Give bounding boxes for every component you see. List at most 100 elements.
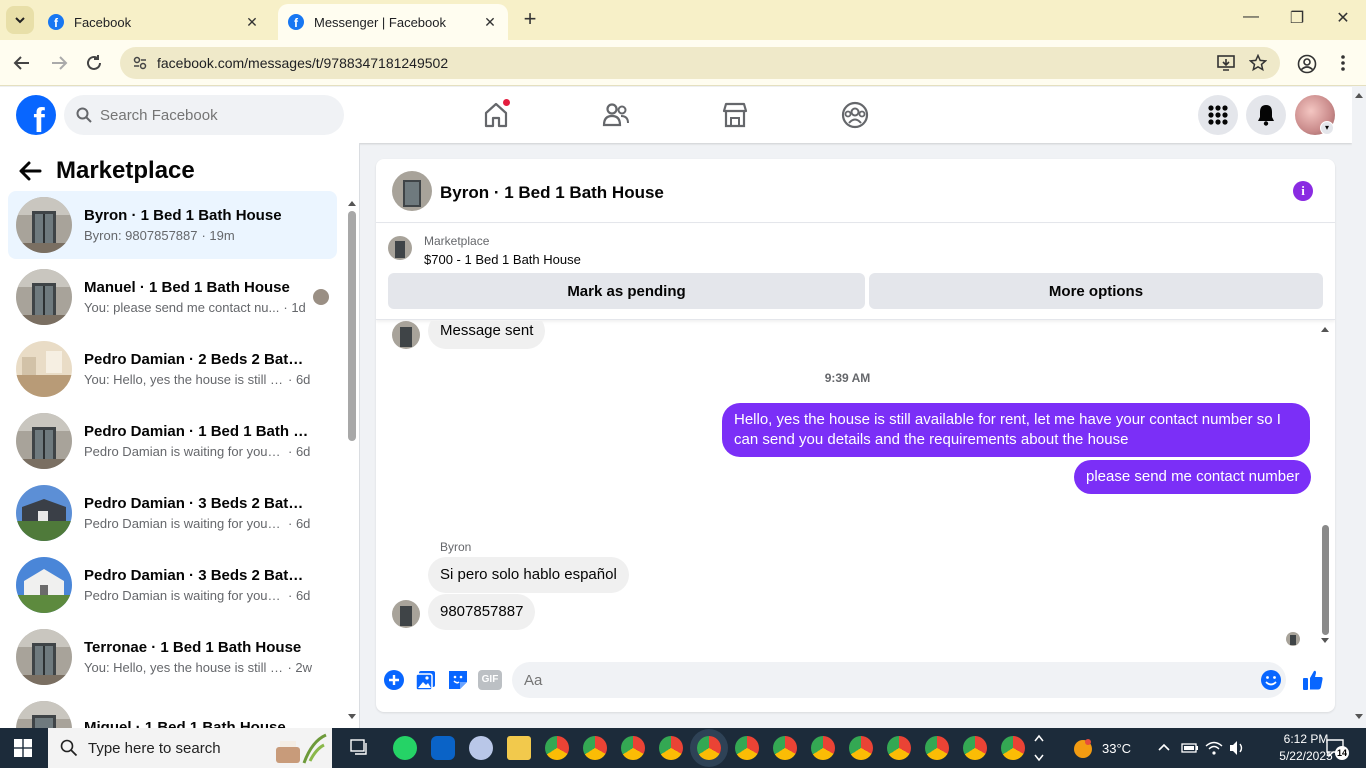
windows-start-icon[interactable] [14,739,32,757]
app-icon[interactable] [431,736,455,760]
facebook-search[interactable] [64,95,344,135]
page-scrollbar[interactable] [1352,87,1366,728]
plus-circle-icon[interactable] [382,668,406,692]
close-window-button[interactable]: ✕ [1328,8,1358,28]
arrow-left-icon [13,56,29,70]
browser-menu-icon[interactable] [1332,54,1354,76]
minimize-button[interactable]: — [1236,8,1266,26]
scroll-down-icon[interactable] [1320,637,1330,645]
account-chevron-down-icon[interactable]: ▾ [1320,121,1334,135]
chrome-icon[interactable] [1001,736,1025,760]
scroll-up-icon[interactable] [1320,325,1330,333]
listing-title[interactable]: $700 - 1 Bed 1 Bath House [424,252,581,267]
weather-sun-icon [1074,739,1092,758]
gif-icon[interactable]: GIF [478,670,502,690]
thumbs-up-icon[interactable] [1301,668,1325,692]
conversation-item[interactable]: Pedro Damian · 2 Beds 2 Baths ... You: H… [8,335,337,403]
outgoing-message[interactable]: please send me contact number [1074,460,1312,494]
taskbar-search[interactable]: Type here to search [48,728,332,768]
chrome-icon[interactable] [849,736,873,760]
mark-as-pending-button[interactable]: Mark as pending [388,273,865,309]
close-tab-icon[interactable]: ✕ [244,14,260,31]
conversation-item[interactable]: Pedro Damian · 1 Bed 1 Bath Ho... Pedro … [8,407,337,475]
profile-icon[interactable] [1296,54,1318,76]
sticker-icon[interactable] [446,668,470,692]
app-icon[interactable] [469,736,493,760]
conversation-title: Pedro Damian · 2 Beds 2 Baths ... [84,351,312,368]
chrome-icon[interactable] [963,736,987,760]
chevron-up-icon[interactable] [1157,742,1171,752]
conversation-item[interactable]: Pedro Damian · 3 Beds 2 Baths ... Pedro … [8,551,337,619]
scroll-up-icon[interactable] [347,199,357,207]
conversation-item[interactable]: Miguel · 1 Bed 1 Bath House [8,695,337,728]
back-button[interactable] [9,50,35,76]
facebook-logo-icon[interactable]: f [16,95,56,135]
conversation-item[interactable]: Terronae · 1 Bed 1 Bath House You: Hello… [8,623,337,691]
chrome-icon[interactable] [887,736,911,760]
chat-avatar[interactable] [392,171,432,211]
address-bar[interactable]: facebook.com/messages/t/9788347181249502 [120,47,1280,79]
notifications-button[interactable] [1246,95,1286,135]
task-view-icon[interactable] [350,739,370,757]
info-icon[interactable]: i [1293,181,1313,201]
chrome-icon[interactable] [659,736,683,760]
url-text: facebook.com/messages/t/9788347181249502 [157,55,449,71]
search-input[interactable] [100,95,330,135]
emoji-icon[interactable] [1259,668,1283,692]
reload-icon [87,55,101,70]
photo-icon[interactable] [414,668,438,692]
back-arrow-icon[interactable] [16,157,44,185]
chrome-icon[interactable] [545,736,569,760]
bookmark-star-icon[interactable] [1247,53,1269,76]
conversation-item[interactable]: Pedro Damian · 3 Beds 2 Baths ... Pedro … [8,479,337,547]
new-tab-button[interactable]: + [518,8,542,32]
weather-widget[interactable]: 33°C [1072,728,1131,768]
message-input[interactable] [524,662,1224,698]
forward-button[interactable] [46,50,72,76]
action-center-button[interactable]: 14 [1325,738,1349,760]
scroll-up-icon[interactable] [1354,91,1364,99]
groups-nav-icon[interactable] [839,99,871,131]
incoming-message[interactable]: 9807857887 [428,594,536,630]
conversations-scrollbar[interactable] [347,199,357,721]
chat-title[interactable]: Byron · 1 Bed 1 Bath House [440,183,664,203]
wifi-icon[interactable] [1205,740,1223,756]
home-nav-icon[interactable] [480,98,512,131]
reload-button[interactable] [81,50,107,76]
file-explorer-icon[interactable] [507,736,531,760]
chrome-icon-active[interactable] [697,736,721,760]
tab-messenger[interactable]: f Messenger | Facebook ✕ [278,4,508,40]
volume-icon[interactable] [1228,740,1246,756]
chrome-icon[interactable] [773,736,797,760]
battery-icon[interactable] [1181,742,1199,754]
maximize-button[interactable]: ❐ [1282,8,1312,28]
marketplace-conversations-panel: Marketplace Byron · 1 Bed 1 Bath House B… [0,143,360,728]
close-tab-icon[interactable]: ✕ [482,14,498,31]
scroll-down-icon[interactable] [1354,713,1364,721]
chrome-icon[interactable] [621,736,645,760]
chrome-icon[interactable] [925,736,949,760]
friends-nav-icon[interactable] [600,99,632,131]
scrollbar-thumb[interactable] [1322,525,1329,635]
chat-scrollbar[interactable] [1319,325,1331,645]
install-app-icon[interactable] [1215,54,1237,76]
conversation-item[interactable]: Manuel · 1 Bed 1 Bath House You: please … [8,263,337,331]
message-input-wrapper[interactable] [512,662,1286,698]
more-options-button[interactable]: More options [869,273,1323,309]
tab-facebook[interactable]: f Facebook ✕ [38,4,270,40]
site-settings-icon[interactable] [132,55,148,71]
taskbar-overflow-icon[interactable] [1034,732,1044,764]
scrollbar-thumb[interactable] [348,211,356,441]
menu-grid-button[interactable] [1198,95,1238,135]
whatsapp-icon[interactable] [393,736,417,760]
chrome-icon[interactable] [583,736,607,760]
marketplace-nav-icon[interactable] [719,99,751,131]
tab-search-button[interactable] [6,6,34,34]
incoming-message[interactable]: Message sent [428,321,546,349]
chrome-icon[interactable] [735,736,759,760]
incoming-message[interactable]: Si pero solo hablo español [428,557,629,593]
conversation-item[interactable]: Byron · 1 Bed 1 Bath House Byron: 980785… [8,191,337,259]
outgoing-message[interactable]: Hello, yes the house is still available … [722,403,1310,457]
chrome-icon[interactable] [811,736,835,760]
scroll-down-icon[interactable] [347,713,357,721]
